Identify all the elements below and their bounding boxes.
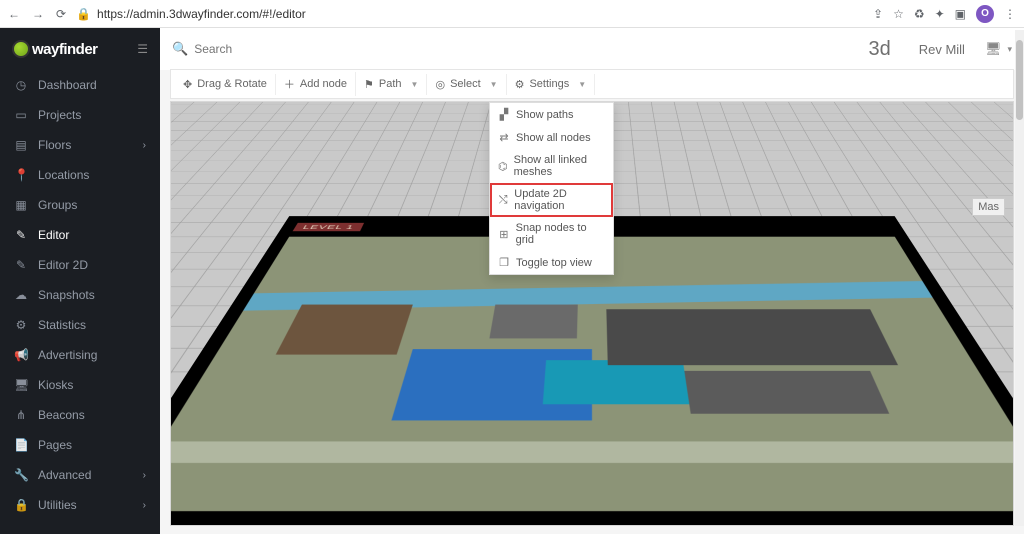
chevron-down-icon[interactable]: ▾: [1007, 44, 1012, 55]
menu-toggle-top-view[interactable]: ❐Toggle top view: [490, 251, 613, 274]
scrollbar-vertical[interactable]: [1015, 30, 1024, 526]
tool-select[interactable]: ◎Select▼: [427, 74, 506, 95]
link-icon: ⌬: [498, 160, 508, 173]
gear-icon: ⚙: [14, 318, 28, 332]
brand-name: wayfinder: [32, 41, 98, 58]
map-building: [606, 309, 898, 365]
sidebar-item-dashboard[interactable]: ◷Dashboard: [0, 70, 160, 100]
chevron-right-icon: ›: [143, 500, 146, 511]
pin-icon: 📍: [14, 168, 28, 182]
nodes-icon: ⇄: [498, 131, 510, 144]
chevron-down-icon: ▼: [578, 80, 586, 89]
briefcase-icon: ▭: [14, 108, 28, 122]
sidebar-nav: ◷Dashboard ▭Projects ▤Floors› 📍Locations…: [0, 70, 160, 534]
chevron-right-icon: ›: [143, 140, 146, 151]
sidebar-item-editor2d[interactable]: ✎Editor 2D: [0, 250, 160, 280]
sidebar-item-editor[interactable]: ✎Editor: [0, 220, 160, 250]
back-icon[interactable]: ←: [8, 7, 20, 21]
topbar: 🔍 3d Rev Mill 🖥 ▾: [160, 28, 1024, 70]
layers-icon: ▤: [14, 138, 28, 152]
tool-settings[interactable]: ⚙Settings▼: [507, 74, 596, 95]
sidebar-header: wayfinder ☰: [0, 28, 160, 70]
file-icon: 📄: [14, 438, 28, 452]
tool-add-node[interactable]: ＋Add node: [276, 72, 356, 96]
url-text: https://admin.3dwayfinder.com/#!/editor: [97, 7, 306, 21]
project-name: Rev Mill: [919, 42, 965, 57]
pencil-icon: ✎: [14, 258, 28, 272]
window-icon[interactable]: ▣: [955, 7, 966, 21]
menu-snap-to-grid[interactable]: ⊞Snap nodes to grid: [490, 217, 613, 251]
signal-icon: ⋔: [14, 408, 28, 422]
shuffle-icon: ⤭: [498, 194, 508, 207]
share-icon[interactable]: ⇪: [873, 7, 883, 21]
chevron-right-icon: ›: [143, 470, 146, 481]
menu-dots-icon[interactable]: ⋮: [1004, 7, 1016, 21]
sidebar-item-beacons[interactable]: ⋔Beacons: [0, 400, 160, 430]
megaphone-icon: 📢: [14, 348, 28, 362]
sidebar-item-utilities[interactable]: 🔒Utilities›: [0, 490, 160, 520]
corner-tag: Mas: [972, 198, 1005, 216]
wrench-icon: 🔧: [14, 468, 28, 482]
sidebar-item-pages[interactable]: 📄Pages: [0, 430, 160, 460]
sidebar: wayfinder ☰ ◷Dashboard ▭Projects ▤Floors…: [0, 28, 160, 534]
gear-icon: ⚙: [515, 78, 525, 91]
forward-icon[interactable]: →: [32, 7, 44, 21]
chevron-down-icon: ▼: [411, 80, 419, 89]
sidebar-item-advanced[interactable]: 🔧Advanced›: [0, 460, 160, 490]
menu-show-all-nodes[interactable]: ⇄Show all nodes: [490, 126, 613, 149]
toolbar: ✥Drag & Rotate ＋Add node ⚑Path▼ ◎Select▼…: [170, 69, 1014, 99]
search[interactable]: 🔍: [172, 41, 860, 57]
lock-icon: 🔒: [14, 498, 28, 512]
sidebar-item-projects[interactable]: ▭Projects: [0, 100, 160, 130]
sidebar-item-groups[interactable]: ▦Groups: [0, 190, 160, 220]
recycle-icon[interactable]: ♻: [914, 7, 925, 21]
profile-avatar[interactable]: O: [976, 5, 994, 23]
menu-show-paths[interactable]: ▞Show paths: [490, 103, 613, 126]
plus-icon: ＋: [284, 76, 295, 92]
monitor-icon[interactable]: 🖥: [985, 41, 1002, 57]
sidebar-item-snapshots[interactable]: ☁Snapshots: [0, 280, 160, 310]
flag-icon: ⚑: [364, 78, 374, 91]
sidebar-item-statistics[interactable]: ⚙Statistics: [0, 310, 160, 340]
circle-icon: ◎: [435, 78, 445, 91]
level-tag: LEVEL 1: [293, 223, 364, 231]
star-icon[interactable]: ☆: [893, 7, 904, 21]
search-icon: 🔍: [172, 41, 188, 57]
grid-icon: ▦: [14, 198, 28, 212]
main: 🔍 3d Rev Mill 🖥 ▾ ✥Drag & Rotate ＋Add no…: [160, 28, 1024, 534]
viewport[interactable]: LEVEL 1: [170, 101, 1014, 526]
monitor-icon: 🖥: [14, 378, 28, 392]
menu-update-2d-navigation[interactable]: ⤭Update 2D navigation: [490, 183, 613, 217]
chevron-down-icon: ▼: [490, 80, 498, 89]
move-icon: ✥: [183, 78, 192, 91]
brand-logo-icon: [12, 40, 30, 58]
extensions-icon[interactable]: ✦: [935, 7, 945, 21]
menu-show-linked-meshes[interactable]: ⌬Show all linked meshes: [490, 149, 613, 183]
settings-menu: ▞Show paths ⇄Show all nodes ⌬Show all li…: [489, 102, 614, 275]
gauge-icon: ◷: [14, 78, 28, 92]
reload-icon[interactable]: ⟳: [56, 7, 66, 21]
menu-toggle-icon[interactable]: ☰: [137, 42, 148, 56]
sidebar-item-floors[interactable]: ▤Floors›: [0, 130, 160, 160]
sidebar-item-locations[interactable]: 📍Locations: [0, 160, 160, 190]
url-bar[interactable]: 🔒 https://admin.3dwayfinder.com/#!/edito…: [76, 7, 863, 21]
pencil-icon: ✎: [14, 228, 28, 242]
sidebar-item-advertising[interactable]: 📢Advertising: [0, 340, 160, 370]
brand[interactable]: wayfinder: [12, 40, 98, 58]
road-icon: ▞: [498, 108, 510, 121]
copy-icon: ❐: [498, 256, 510, 269]
tool-drag-rotate[interactable]: ✥Drag & Rotate: [175, 74, 276, 95]
cloud-icon: ☁: [14, 288, 28, 302]
browser-bar: ← → ⟳ 🔒 https://admin.3dwayfinder.com/#!…: [0, 0, 1024, 28]
mode-label: 3d: [868, 38, 890, 61]
search-input[interactable]: [194, 42, 374, 56]
sidebar-item-kiosks[interactable]: 🖥Kiosks: [0, 370, 160, 400]
map-road: [170, 441, 1014, 462]
lock-icon: 🔒: [76, 7, 91, 21]
tool-path[interactable]: ⚑Path▼: [356, 74, 427, 95]
snap-icon: ⊞: [498, 228, 510, 241]
